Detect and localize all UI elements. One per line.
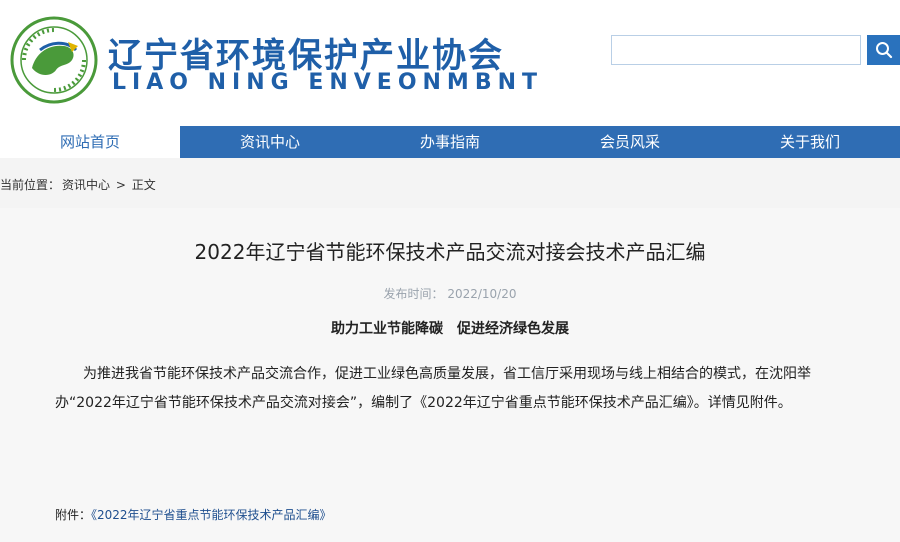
article-paragraph: 为推进我省节能环保技术产品交流合作，促进工业绿色高质量发展，省工信厅采用现场与线… [55,366,811,411]
nav-item-home[interactable]: 网站首页 [0,126,180,158]
breadcrumb: 当前位置： 资讯中心 > 正文 [0,176,158,193]
breadcrumb-prefix: 当前位置： [0,178,61,192]
breadcrumb-bar: 当前位置： 资讯中心 > 正文 [0,158,900,208]
nav-item-news[interactable]: 资讯中心 [180,126,360,158]
nav-item-about[interactable]: 关于我们 [720,126,900,158]
article-attachment: 附件：《2022年辽宁省重点节能环保技术产品汇编》 [55,506,332,523]
article-subtitle: 助力工业节能降碳 促进经济绿色发展 [331,321,569,337]
nav-item-guide[interactable]: 办事指南 [360,126,540,158]
site-header: 辽宁省环境保护产业协会 LIAO NING ENVEONMBNT [0,0,900,126]
breadcrumb-separator: > [115,178,126,192]
article-panel: 2022年辽宁省节能环保技术产品交流对接会技术产品汇编 发布时间： 2022/1… [0,208,900,542]
nav-item-members[interactable]: 会员风采 [540,126,720,158]
attachment-link[interactable]: 《2022年辽宁省重点节能环保技术产品汇编》 [91,508,332,522]
association-logo-icon [10,16,98,104]
main-nav: 网站首页 资讯中心 办事指南 会员风采 关于我们 [0,126,900,158]
breadcrumb-item-current: 正文 [131,178,156,192]
breadcrumb-item-news[interactable]: 资讯中心 [62,178,110,192]
search-button[interactable] [867,35,900,65]
article-title: 2022年辽宁省节能环保技术产品交流对接会技术产品汇编 [194,240,706,264]
search-icon [875,42,892,59]
article-publish-date: 发布时间： 2022/10/20 [383,287,517,301]
attachment-label: 附件： [55,508,92,522]
search-input[interactable] [611,35,861,65]
org-name-en: LIAO NING ENVEONMBNT [112,70,544,95]
